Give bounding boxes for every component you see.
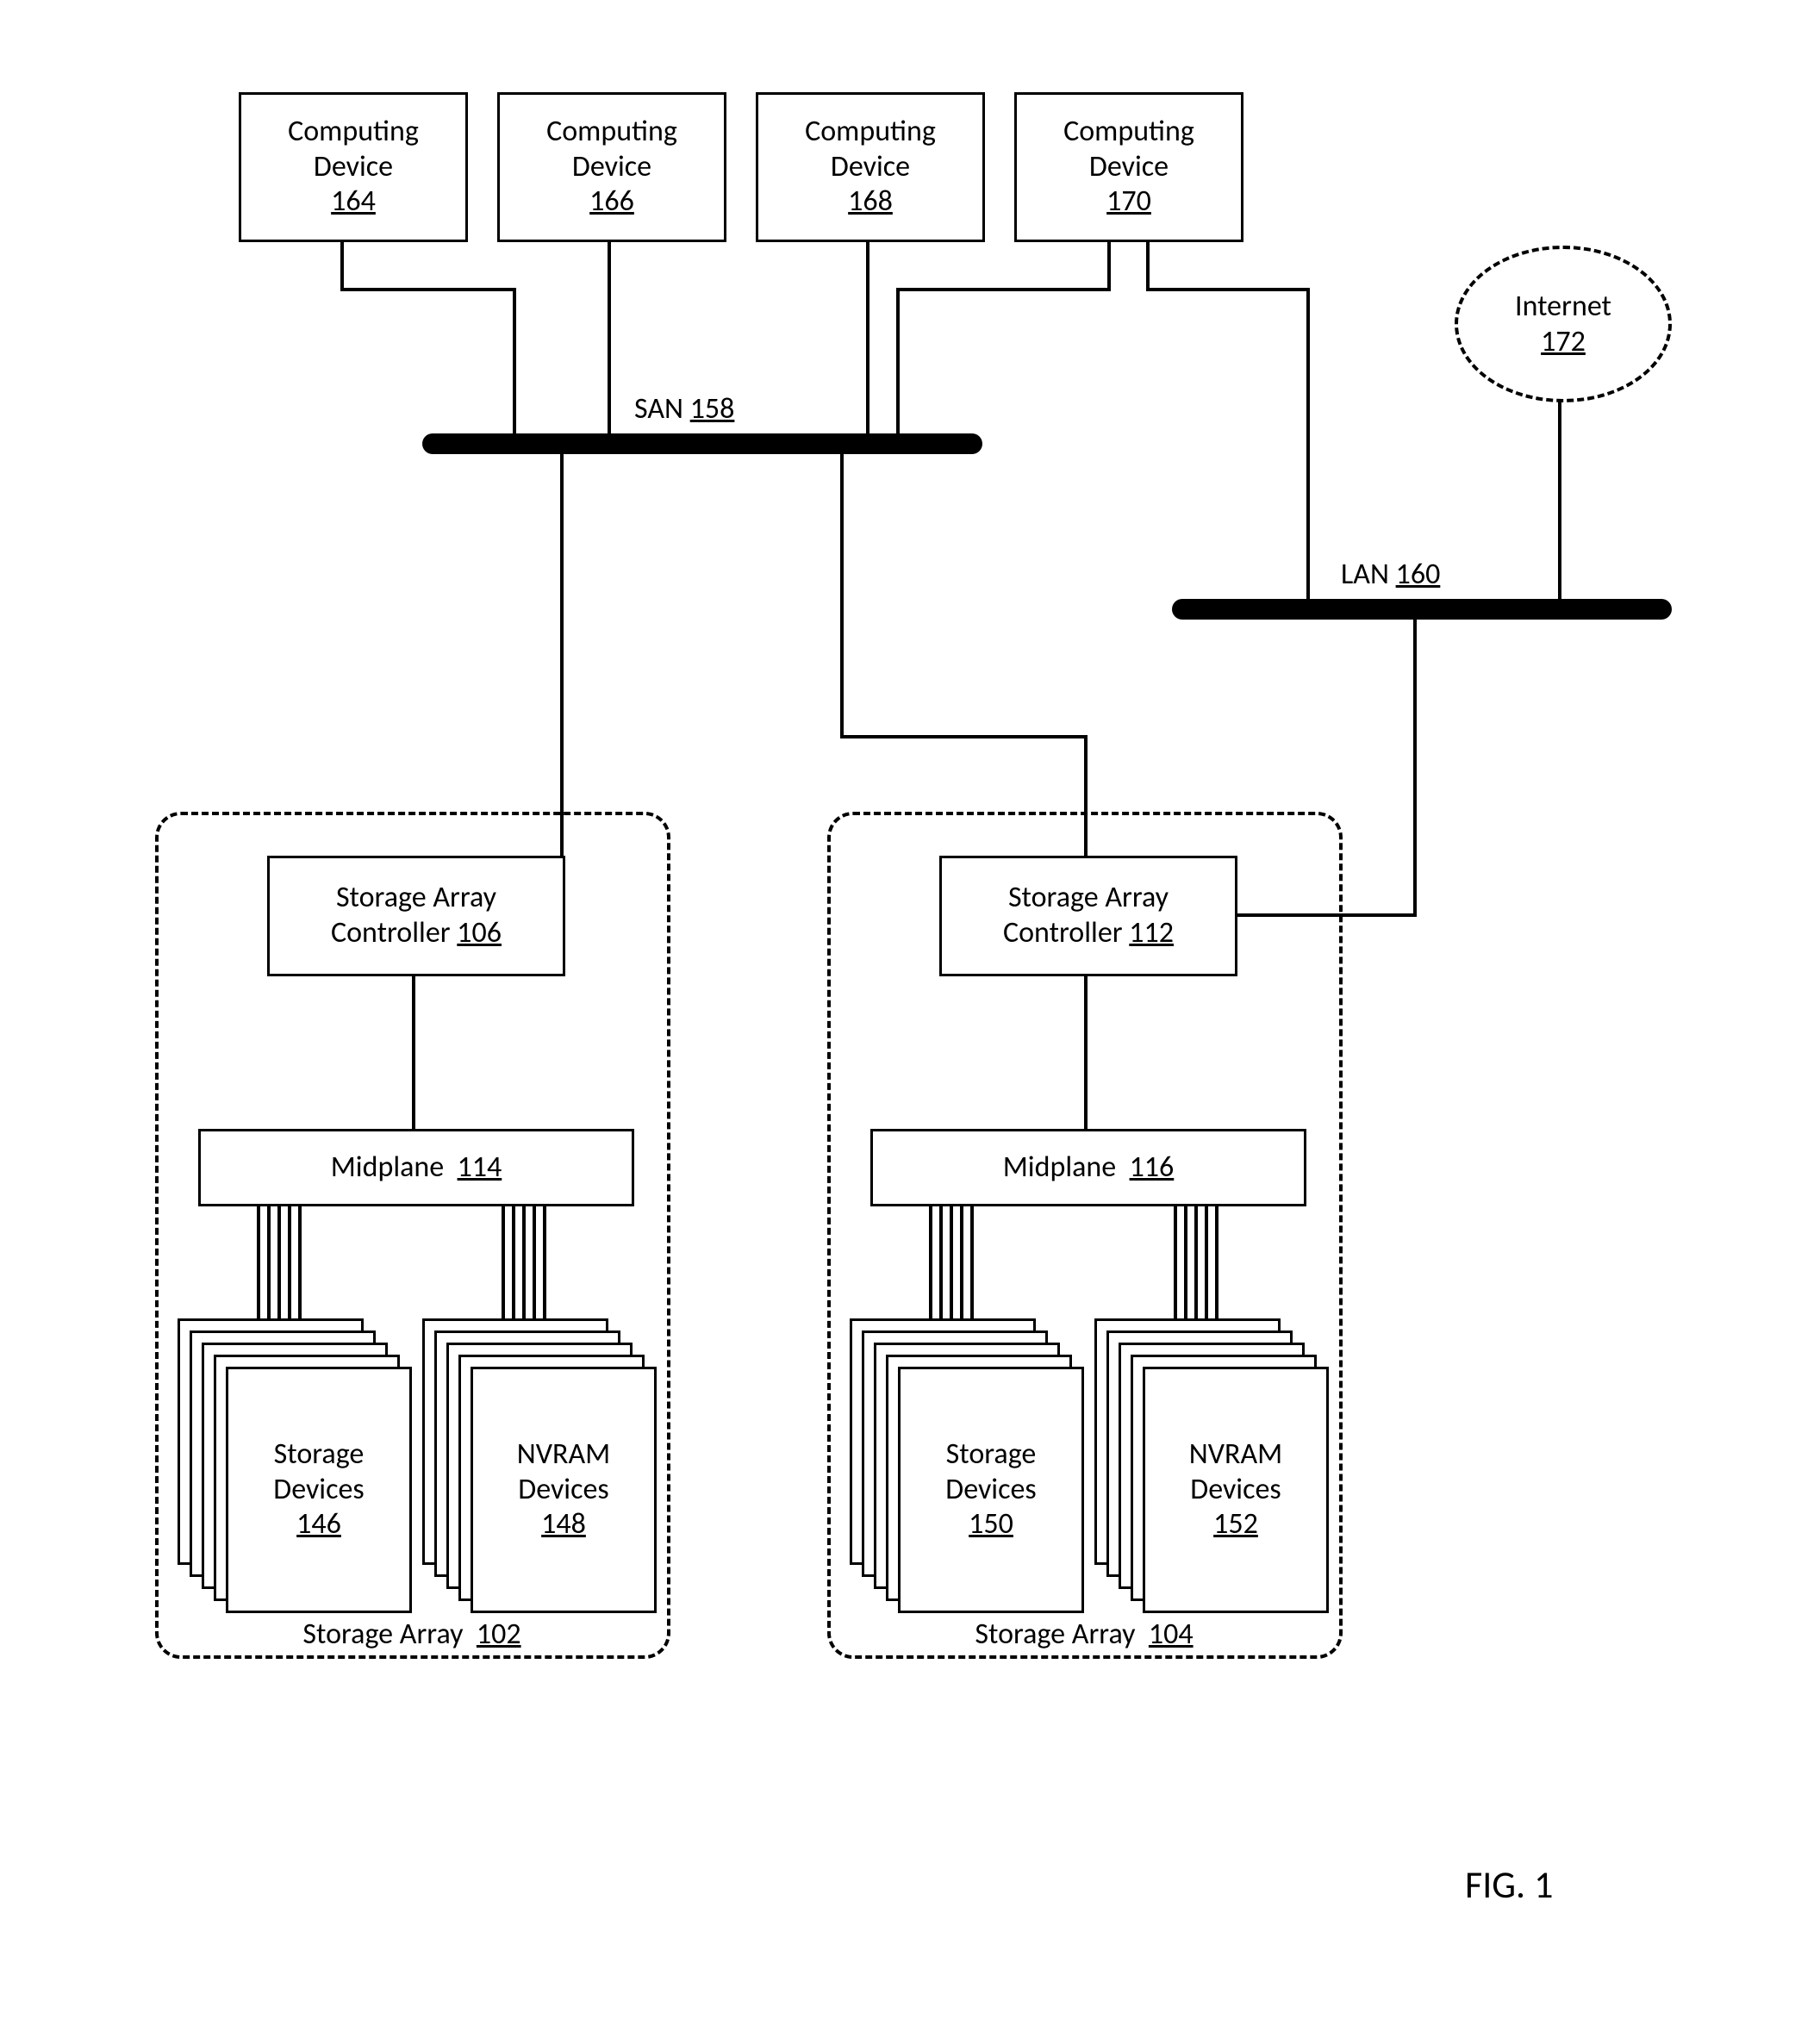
nvram-devices-box: NVRAMDevices 152 <box>1143 1367 1329 1613</box>
connector-line <box>1174 1204 1177 1318</box>
connector-line <box>1184 1204 1187 1330</box>
midplane-box: Midplane 116 <box>870 1129 1306 1206</box>
computing-device-ref: 164 <box>331 184 376 220</box>
storage-devices-ref: 150 <box>969 1507 1013 1542</box>
storage-devices-box: StorageDevices 150 <box>898 1367 1084 1613</box>
san-bus <box>422 433 982 454</box>
connector-line <box>340 240 344 291</box>
computing-device-ref: 166 <box>589 184 634 220</box>
computing-device-box: ComputingDevice 166 <box>497 92 726 242</box>
connector-line <box>340 288 513 291</box>
connector-line <box>502 1204 505 1318</box>
storage-devices-box: StorageDevices 146 <box>226 1367 412 1613</box>
storage-array-controller-box: Storage ArrayController 112 <box>939 856 1237 976</box>
midplane-label: Midplane 114 <box>331 1150 502 1186</box>
computing-device-ref: 170 <box>1106 184 1151 220</box>
connector-line <box>1558 399 1561 605</box>
nvram-devices-label: NVRAMDevices <box>1189 1437 1282 1508</box>
storage-array-controller-box: Storage ArrayController 106 <box>267 856 565 976</box>
controller-label: Storage ArrayController 106 <box>331 881 502 951</box>
nvram-devices-label: NVRAMDevices <box>517 1437 610 1508</box>
connector-line <box>1306 288 1310 605</box>
computing-device-box: ComputingDevice 164 <box>239 92 468 242</box>
controller-label: Storage ArrayController 112 <box>1003 881 1174 951</box>
lan-bus <box>1172 599 1672 620</box>
computing-device-ref: 168 <box>848 184 893 220</box>
connector-line <box>267 1204 271 1330</box>
connector-line <box>939 1204 943 1330</box>
computing-device-box: ComputingDevice 168 <box>756 92 985 242</box>
connector-line <box>512 1204 515 1330</box>
connector-line <box>412 974 415 1129</box>
computing-device-title: ComputingDevice <box>546 115 677 185</box>
nvram-devices-ref: 152 <box>1213 1507 1258 1542</box>
connector-line <box>608 240 611 439</box>
connector-line <box>840 454 844 738</box>
connector-line <box>1146 288 1310 291</box>
connector-line <box>929 1204 932 1318</box>
connector-line <box>840 735 1084 738</box>
connector-line <box>1146 240 1150 291</box>
san-label: SAN 158 <box>629 389 739 428</box>
connector-line <box>1084 974 1088 1129</box>
storage-devices-label: StorageDevices <box>945 1437 1036 1508</box>
computing-device-title: ComputingDevice <box>288 115 419 185</box>
connector-line <box>513 288 516 439</box>
nvram-devices-ref: 148 <box>541 1507 586 1542</box>
connector-line <box>866 240 869 439</box>
computing-device-title: ComputingDevice <box>805 115 936 185</box>
midplane-label: Midplane 116 <box>1003 1150 1175 1186</box>
internet-cloud: Internet 172 <box>1455 246 1672 402</box>
figure-label: FIG. 1 <box>1465 1861 1553 1908</box>
connector-line <box>1413 620 1417 917</box>
storage-array-label: Storage Array 104 <box>931 1617 1237 1652</box>
computing-device-box: ComputingDevice 170 <box>1014 92 1243 242</box>
internet-ref: 172 <box>1541 324 1586 359</box>
connector-line <box>560 454 564 859</box>
midplane-box: Midplane 114 <box>198 1129 634 1206</box>
nvram-devices-box: NVRAMDevices 148 <box>471 1367 657 1613</box>
connector-line <box>896 288 1111 291</box>
storage-devices-ref: 146 <box>296 1507 341 1542</box>
storage-array-label: Storage Array 102 <box>259 1617 565 1652</box>
storage-devices-label: StorageDevices <box>273 1437 364 1508</box>
computing-device-title: ComputingDevice <box>1063 115 1194 185</box>
connector-line <box>1107 240 1111 291</box>
internet-label: Internet <box>1515 289 1611 324</box>
lan-label: LAN 160 <box>1336 555 1445 594</box>
connector-line <box>257 1204 260 1318</box>
connector-line <box>896 288 900 439</box>
